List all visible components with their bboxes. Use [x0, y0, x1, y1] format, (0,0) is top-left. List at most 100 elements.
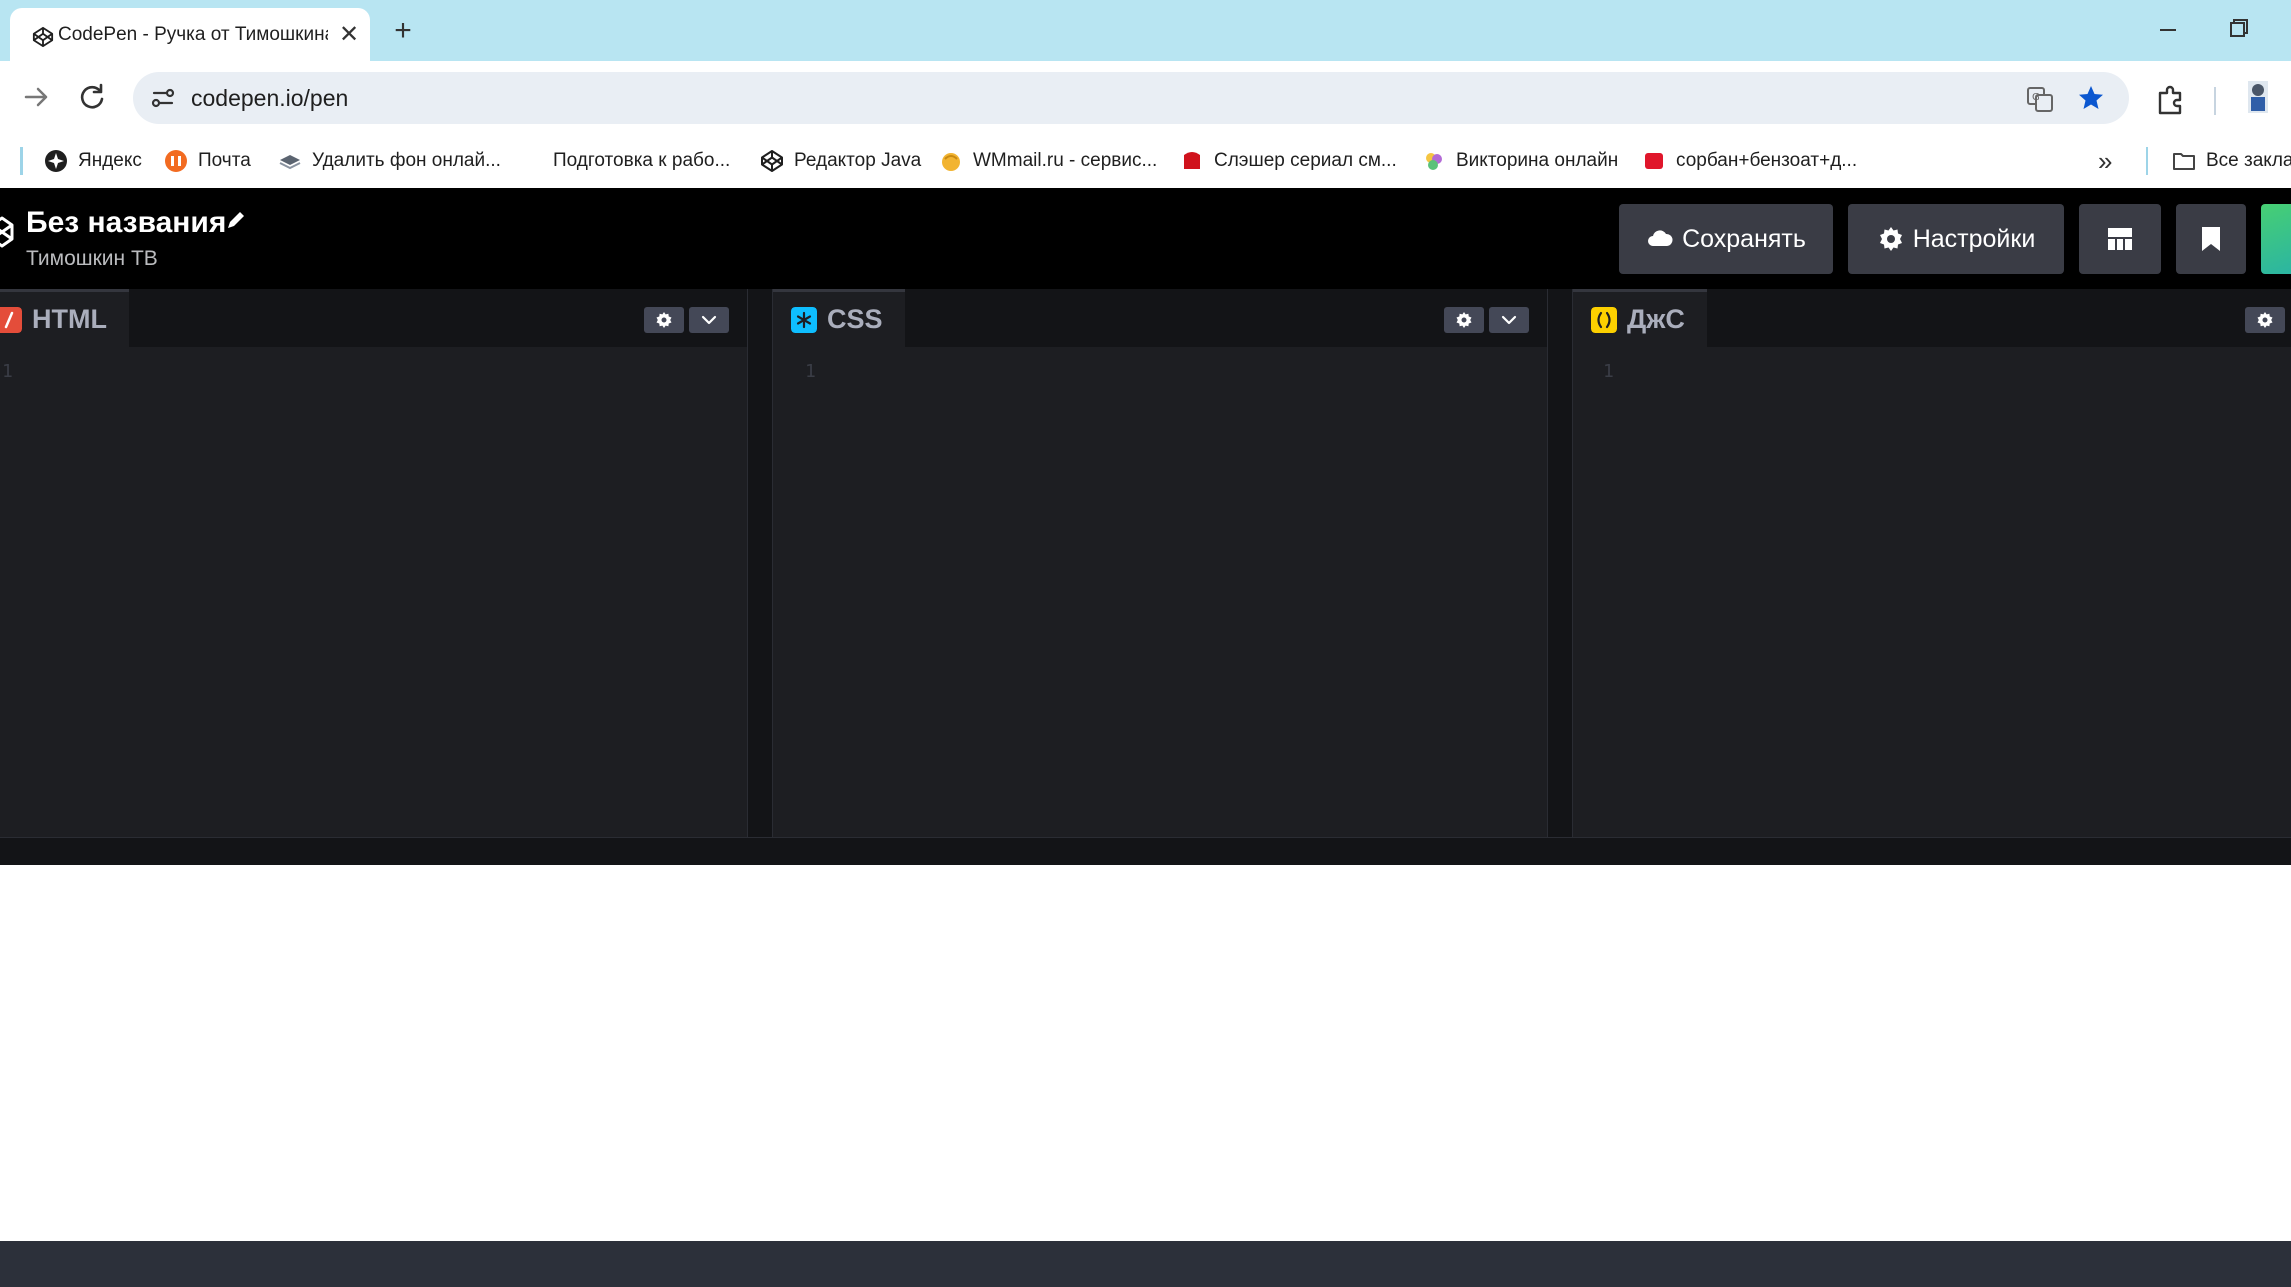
codepen-footer: [0, 1241, 2291, 1287]
tab-title: CodePen - Ручка от Тимошкина: [58, 24, 328, 45]
bookmark-label: сорбан+бензоат+д...: [1676, 150, 1858, 171]
more-bookmarks-button[interactable]: »: [2098, 147, 2112, 175]
js-lang-label: ДжС: [1627, 304, 1685, 334]
html-collapse-button[interactable]: [689, 307, 729, 333]
bookmark-prep-work[interactable]: Подготовка к рабо...: [553, 145, 730, 177]
bookmark-yandex[interactable]: Яндекс: [44, 145, 142, 177]
new-tab-button[interactable]: +: [385, 14, 421, 50]
svg-text:G: G: [2032, 92, 2040, 103]
yandex-icon: [45, 150, 67, 172]
css-editor-pane[interactable]: CSS 1: [773, 289, 1547, 837]
gear-icon: [2257, 312, 2273, 328]
pane-resizer[interactable]: [1547, 289, 1573, 837]
gear-icon: [1456, 312, 1472, 328]
html-lang-label: HTML: [32, 304, 107, 334]
toolbar-separator: [2214, 87, 2216, 115]
gear-icon: [656, 312, 672, 328]
chevron-down-icon: [1501, 315, 1517, 325]
url-text: codepen.io/pen: [191, 85, 349, 111]
wmmail-icon: [942, 153, 960, 171]
bookmark-label: Слэшер сериал см...: [1214, 150, 1397, 171]
forward-arrow-icon[interactable]: [16, 77, 56, 117]
bookmark-java-editor[interactable]: Редактор Java: [760, 145, 921, 177]
bookmark-label: Почта: [198, 150, 251, 171]
codepen-favicon-icon: [32, 26, 54, 48]
codepen-icon: [761, 150, 783, 172]
minimize-window-button[interactable]: [2150, 14, 2186, 44]
gear-icon: [1879, 227, 1902, 251]
html-lang-icon: [0, 306, 22, 333]
reload-icon[interactable]: [72, 77, 112, 117]
bookmark-sorban[interactable]: сорбан+бензоат+д...: [1642, 145, 1857, 177]
avatar-button-edge[interactable]: [2261, 204, 2291, 274]
browser-tab-strip: CodePen - Ручка от Тимошкина ✕ +: [0, 0, 2291, 61]
preview-area[interactable]: [0, 865, 2291, 1241]
codepen-logo-icon[interactable]: [0, 214, 14, 250]
css-tab[interactable]: CSS: [773, 289, 905, 347]
bookmark-label: WMmail.ru - сервис...: [973, 150, 1158, 171]
line-number: 1: [1603, 361, 1614, 382]
bookmark-wmmail[interactable]: WMmail.ru - сервис...: [939, 145, 1157, 177]
browser-tab[interactable]: CodePen - Ручка от Тимошкина ✕: [10, 8, 370, 61]
bookmark-remove-bg[interactable]: Удалить фон онлай...: [278, 145, 501, 177]
restore-window-button[interactable]: [2220, 14, 2256, 44]
bookmark-label: Подготовка к рабо...: [553, 150, 731, 171]
css-lang-icon: [791, 306, 817, 333]
settings-button[interactable]: Настройки: [1848, 204, 2064, 274]
bookmark-mail[interactable]: Почта: [164, 145, 251, 177]
bookmark-label: Редактор Java: [794, 150, 922, 171]
editor-area: HTML 1 CSS 1 ДжС 1: [0, 289, 2291, 837]
cloud-icon: [1648, 230, 1673, 246]
html-pane-header: HTML: [0, 289, 747, 347]
js-lang-icon: [1591, 306, 1617, 333]
profile-avatar-icon[interactable]: [2240, 79, 2276, 115]
html-editor-pane[interactable]: HTML 1: [0, 289, 747, 837]
pen-title[interactable]: Без названия: [26, 203, 226, 243]
close-tab-icon[interactable]: ✕: [335, 21, 363, 49]
red-square-icon: [1645, 153, 1663, 169]
js-pane-header: ДжС: [1573, 289, 2291, 347]
preview-resizer[interactable]: [0, 837, 2291, 865]
all-bookmarks-folder[interactable]: Все закла: [2172, 145, 2291, 177]
site-info-icon[interactable]: [149, 84, 177, 112]
bookmark-pen-button[interactable]: [2176, 204, 2246, 274]
bookmark-slasher[interactable]: Слэшер сериал см...: [1180, 145, 1397, 177]
pane-resizer[interactable]: [747, 289, 773, 837]
save-label: Сохранять: [1682, 224, 1806, 253]
bookmarks-bar-edge: [20, 147, 23, 175]
mail-icon: [165, 150, 187, 172]
html-settings-button[interactable]: [644, 307, 684, 333]
address-bar[interactable]: codepen.io/pen G: [133, 72, 2129, 124]
line-number: 1: [2, 361, 13, 382]
red-icon: [1184, 152, 1200, 169]
translate-icon[interactable]: G: [2025, 84, 2055, 114]
js-tab[interactable]: ДжС: [1573, 289, 1707, 347]
all-bookmarks-label: Все закла: [2206, 150, 2291, 171]
bookmarks-bar: Яндекс Почта Удалить фон онлай... Подгот…: [0, 135, 2291, 188]
line-number: 1: [805, 361, 816, 382]
js-editor-pane[interactable]: ДжС 1: [1573, 289, 2291, 837]
bookmark-icon: [2202, 227, 2220, 251]
bookmarks-separator: [2146, 147, 2148, 175]
layout-button[interactable]: [2079, 204, 2161, 274]
bookmark-star-icon[interactable]: [2076, 83, 2106, 113]
pen-author[interactable]: Тимошкин ТВ: [26, 246, 158, 272]
folder-icon: [2173, 153, 2195, 170]
extensions-icon[interactable]: [2154, 83, 2188, 117]
browser-toolbar: codepen.io/pen G: [0, 61, 2291, 135]
css-lang-label: CSS: [827, 304, 883, 334]
html-tab[interactable]: HTML: [0, 289, 129, 347]
save-button[interactable]: Сохранять: [1619, 204, 1833, 274]
settings-label: Настройки: [1912, 224, 2036, 253]
bookmark-quiz[interactable]: Викторина онлайн: [1422, 145, 1618, 177]
css-collapse-button[interactable]: [1489, 307, 1529, 333]
layout-grid-icon: [2108, 228, 2132, 250]
remove-bg-icon: [279, 155, 301, 170]
css-settings-button[interactable]: [1444, 307, 1484, 333]
edit-pencil-icon[interactable]: [224, 208, 248, 232]
bookmark-label: Викторина онлайн: [1456, 150, 1619, 171]
bookmark-label: Удалить фон онлай...: [312, 150, 501, 171]
chevron-down-icon: [701, 315, 717, 325]
quiz-icon: [1426, 153, 1442, 170]
js-settings-button[interactable]: [2245, 307, 2285, 333]
